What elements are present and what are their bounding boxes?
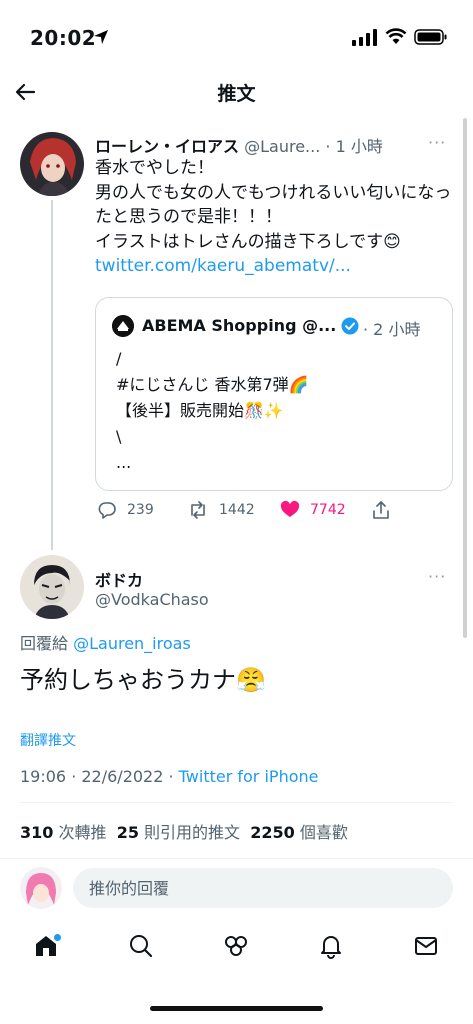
reply-to-handle[interactable]: @Lauren_iroas [73,634,191,653]
avatar-vodka[interactable] [20,555,84,619]
retweet-action[interactable]: 1442 [187,500,255,520]
cellular-signal-icon [352,29,377,46]
scroll-indicator[interactable] [463,118,467,638]
tweet-timestamp: 19:06 · 22/6/2022 · [20,767,179,786]
nav-header: 推文 [0,70,473,115]
abema-logo-icon [112,315,134,337]
like-count: 7742 [310,502,346,518]
status-time: 20:02 [30,26,97,50]
reply-composer [0,858,473,918]
bell-icon [321,936,341,959]
tweet-metadata: 19:06 · 22/6/2022 · Twitter for iPhone [20,767,318,786]
search-icon [130,935,153,958]
translate-tweet-link[interactable]: 翻譯推文 [20,730,76,750]
reply-icon [98,502,116,519]
quote-author-name[interactable]: ABEMA Shopping @... [142,316,336,335]
share-action[interactable] [371,500,391,520]
replying-to: 回覆給 @Lauren_iroas [20,630,191,654]
main-tweet-header: ローレン・イロアス @Laure... · 1 小時 [95,133,425,157]
tab-bar [0,918,473,978]
quote-total[interactable]: 25 [117,823,139,842]
battery-icon [414,29,447,45]
avatar-lauren[interactable] [20,132,84,196]
retweet-total-label[interactable]: 次轉推 [59,823,107,842]
reply-text: 予約しちゃおうカナ😤 [20,666,266,694]
tweet-stats: 310 次轉推 25 則引用的推文 2250 個喜歡 [20,819,348,843]
retweet-count: 1442 [219,502,255,518]
main-tweet-body: 香水でやした！ 男の人でも女の人でもつけれるいい匂いになったと思うので是非！！！… [95,156,455,279]
like-total[interactable]: 2250 [250,823,295,842]
communities-icon [225,936,247,956]
tweet-source[interactable]: Twitter for iPhone [179,767,319,786]
main-tweet-text: 香水でやした！ 男の人でも女の人でもつけれるいい匂いになったと思うので是非！！！… [95,158,452,252]
more-options-icon[interactable]: ··· [428,567,446,586]
divider [20,802,453,803]
tab-communities[interactable] [220,930,252,962]
status-bar: 20:02 [0,0,473,70]
verified-badge-icon [341,317,359,335]
like-action[interactable]: 7742 [280,500,346,520]
quote-total-label[interactable]: 則引用的推文 [144,823,240,842]
tweet-actions: 239 1442 7742 [95,500,455,526]
tab-explore[interactable] [125,930,157,962]
thread-line [51,200,53,550]
share-icon [373,501,389,519]
reply-action[interactable]: 239 [97,500,154,520]
tweet-time[interactable]: · 1 小時 [325,137,382,156]
home-indicator[interactable] [150,1006,323,1011]
reply-input[interactable] [73,868,453,908]
reply-author-name[interactable]: ボドカ [95,567,143,591]
retweet-icon [191,501,205,519]
tab-notifications[interactable] [315,930,347,962]
quoted-tweet[interactable]: ABEMA Shopping @... · 2 小時 / #にじさんじ 香水第7… [95,297,453,491]
tab-messages[interactable] [410,930,442,962]
reply-to-label: 回覆給 [20,634,69,653]
author-name[interactable]: ローレン・イロアス [95,137,239,156]
my-avatar[interactable] [20,867,62,909]
reply-count: 239 [127,502,154,518]
page-title: 推文 [217,83,256,105]
more-options-icon[interactable]: ··· [428,133,446,152]
mail-icon [415,937,437,955]
like-total-label[interactable]: 個喜歡 [300,823,348,842]
tweet-link[interactable]: twitter.com/kaeru_abematv/... [95,254,455,279]
location-arrow-icon [94,30,108,44]
retweet-total[interactable]: 310 [20,823,53,842]
quote-time: · 2 小時 [363,320,421,339]
reply-author-handle[interactable]: @VodkaChaso [95,590,209,609]
quote-text: / #にじさんじ 香水第7弾🌈 【後半】販売開始🎊✨ \ ... [116,349,309,472]
home-notification-dot [54,934,61,941]
author-handle[interactable]: @Laure... [244,137,320,156]
heart-filled-icon [280,500,300,517]
wifi-icon [385,28,407,44]
